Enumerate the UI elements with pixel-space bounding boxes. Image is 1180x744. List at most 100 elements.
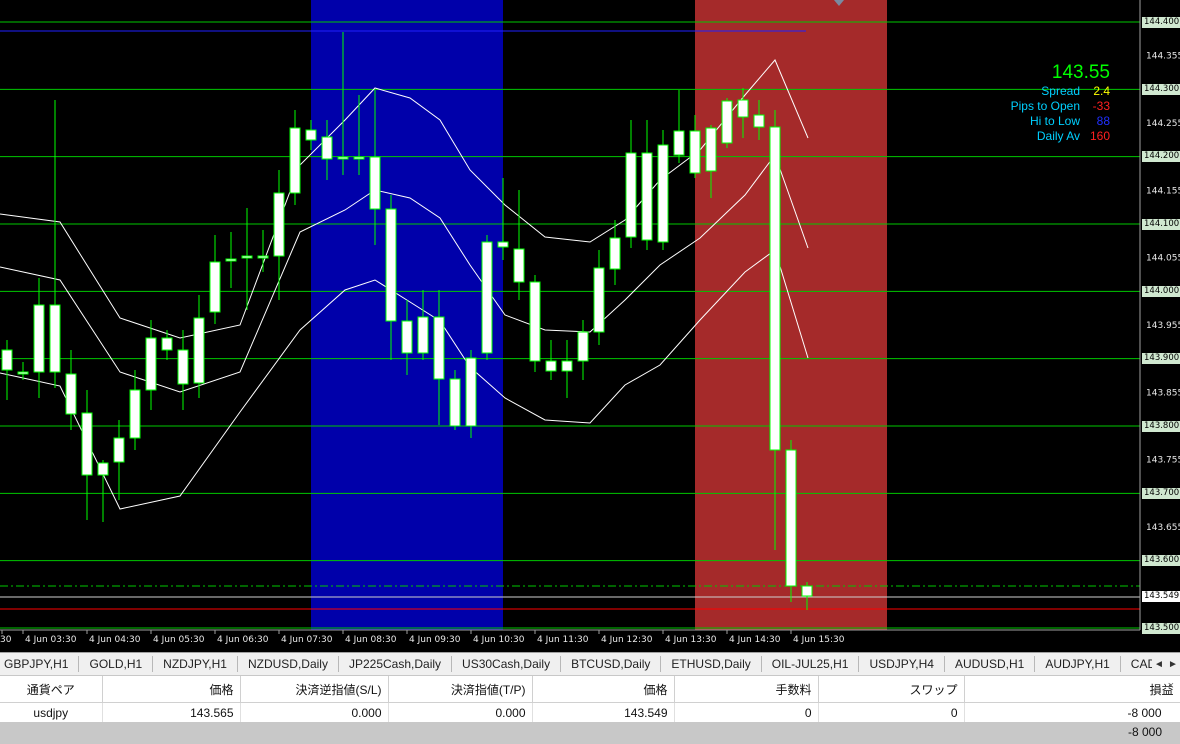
cell-open-price: 143.565	[102, 702, 241, 723]
candle-body	[769, 126, 781, 451]
candle-body	[289, 127, 301, 194]
time-axis-label: 4 Jun 08:30	[345, 635, 397, 645]
price-axis-label: 144.255	[1146, 119, 1180, 129]
candle-body	[17, 371, 29, 375]
tab-us30cash-daily[interactable]: US30Cash,Daily	[452, 656, 562, 672]
info-dailyav-value: 160	[1089, 129, 1110, 143]
candle-body	[625, 152, 637, 238]
col-open-price[interactable]: 価格	[102, 676, 241, 703]
candle-body	[561, 360, 573, 372]
candle-body	[689, 130, 701, 174]
time-axis-label: 4 Jun 09:30	[409, 635, 461, 645]
tab-gold-h1[interactable]: GOLD,H1	[79, 656, 154, 672]
candle-body	[321, 136, 333, 160]
cell-take-profit: 0.000	[388, 702, 533, 723]
price-axis-label: 144.155	[1146, 186, 1180, 196]
candle-body	[385, 208, 397, 322]
candle-body	[577, 331, 589, 362]
time-axis-label: 4 Jun 11:30	[537, 635, 589, 645]
tab-scroll-controls: ◄ ►	[1152, 653, 1180, 675]
time-axis-label: 4 Jun 14:30	[729, 635, 781, 645]
tab-jp225cash-daily[interactable]: JP225Cash,Daily	[339, 656, 453, 672]
col-symbol[interactable]: 通貨ペア	[0, 676, 103, 703]
scroll-right-icon[interactable]: ►	[1168, 659, 1178, 670]
tab-ethusd-daily[interactable]: ETHUSD,Daily	[661, 656, 762, 672]
tab-audjpy-h1[interactable]: AUDJPY,H1	[1035, 656, 1121, 672]
cell-commission: 0	[674, 702, 819, 723]
tab-oil-jul25-h1[interactable]: OIL-JUL25,H1	[762, 656, 860, 672]
price-chart[interactable]: 144.355 144.255 144.155 144.055 143.955 143.8…	[0, 0, 1180, 652]
candle-body	[257, 255, 269, 259]
candle-body	[81, 412, 93, 476]
candle-body	[545, 360, 557, 372]
tab-usdjpy-h4[interactable]: USDJPY,H4	[859, 656, 945, 672]
price-axis-label: 143.955	[1146, 321, 1180, 331]
tab-nzdjpy-h1[interactable]: NZDJPY,H1	[153, 656, 238, 672]
time-axis-label: 4 Jun 03:30	[25, 635, 77, 645]
cell-profit: -8 000	[964, 702, 1180, 723]
positions-total-row: -8 000	[0, 722, 1180, 744]
tab-btcusd-daily[interactable]: BTCUSD,Daily	[561, 656, 662, 672]
candle-body	[161, 337, 173, 351]
table-row[interactable]: usdjpy 143.565 0.000 0.000 143.549 0 0 -…	[0, 702, 1180, 723]
candle-body	[305, 129, 317, 141]
info-panel: 143.55 Spread 2.4 Pips to Open -33 Hi to L…	[1011, 62, 1110, 144]
candle-body	[113, 437, 125, 463]
positions-header-row: 通貨ペア 価格 決済逆指値(S/L) 決済指値(T/P) 価格 手数料 スワップ…	[0, 676, 1180, 703]
price-axis-tag: 143.800	[1142, 420, 1180, 432]
time-axis-label: 4 Jun 04:30	[89, 635, 141, 645]
tab-nzdusd-daily[interactable]: NZDUSD,Daily	[238, 656, 339, 672]
candle-body	[753, 114, 765, 128]
candle-body	[657, 144, 669, 243]
info-row-spread: Spread 2.4	[1041, 84, 1110, 98]
chart-area[interactable]: 144.355 144.255 144.155 144.055 143.955 143.8…	[0, 0, 1180, 652]
candle-body	[481, 241, 493, 354]
col-swap[interactable]: スワップ	[818, 676, 965, 703]
col-take-profit[interactable]: 決済指値(T/P)	[388, 676, 533, 703]
candle-body	[97, 462, 109, 476]
candle-body	[177, 349, 189, 385]
candle-body	[785, 449, 797, 587]
close-position-icon[interactable]: ×	[1168, 680, 1174, 692]
time-axis-label: 4 Jun 05:30	[153, 635, 205, 645]
price-axis-tag: 143.500	[1142, 622, 1180, 634]
candle-body	[433, 316, 445, 380]
candle-body	[737, 99, 749, 118]
tab-audusd-h1[interactable]: AUDUSD,H1	[945, 656, 1036, 672]
time-axis-label: 4 Jun 15:30	[793, 635, 845, 645]
col-commission[interactable]: 手数料	[674, 676, 819, 703]
price-axis-tag: 144.000	[1142, 285, 1180, 297]
time-axis-label: 4 Jun 07:30	[281, 635, 333, 645]
time-axis-label: 4 Jun 10:30	[473, 635, 525, 645]
candle-body	[241, 255, 253, 259]
price-axis-tag: 143.900	[1142, 353, 1180, 365]
candle-body	[193, 317, 205, 384]
candle-body	[401, 320, 413, 354]
candle-body	[449, 378, 461, 427]
candle-body	[337, 156, 349, 160]
price-axis-label: 144.355	[1146, 52, 1180, 62]
candle-body	[129, 389, 141, 439]
candle-body	[353, 156, 365, 160]
col-stop-loss[interactable]: 決済逆指値(S/L)	[240, 676, 389, 703]
time-axis-label: 30	[0, 635, 12, 645]
col-profit[interactable]: 損益	[964, 676, 1180, 703]
info-current-price: 143.55	[1051, 62, 1110, 83]
scroll-left-icon[interactable]: ◄	[1154, 659, 1164, 670]
tab-gbpjpy-h1[interactable]: GBPJPY,H1	[0, 656, 80, 672]
total-profit: -8 000	[1127, 725, 1162, 739]
candle-body	[513, 248, 525, 283]
time-axis-label: 4 Jun 13:30	[665, 635, 717, 645]
cell-symbol: usdjpy	[0, 702, 103, 723]
col-current-price[interactable]: 価格	[532, 676, 675, 703]
candle-body	[529, 281, 541, 362]
candle-body	[705, 127, 717, 172]
positions-panel: 通貨ペア 価格 決済逆指値(S/L) 決済指値(T/P) 価格 手数料 スワップ…	[0, 676, 1180, 744]
info-hilo-value: 88	[1096, 114, 1110, 128]
symbol-tabs: GBPJPY,H1 GOLD,H1 NZDJPY,H1 NZDUSD,Daily…	[0, 652, 1180, 676]
price-axis-label: 143.755	[1146, 456, 1180, 466]
candle-body	[417, 316, 429, 354]
time-axis-label: 4 Jun 12:30	[601, 635, 653, 645]
price-axis-tag: 143.700	[1142, 487, 1180, 499]
price-axis-tag: 144.200	[1142, 151, 1180, 163]
